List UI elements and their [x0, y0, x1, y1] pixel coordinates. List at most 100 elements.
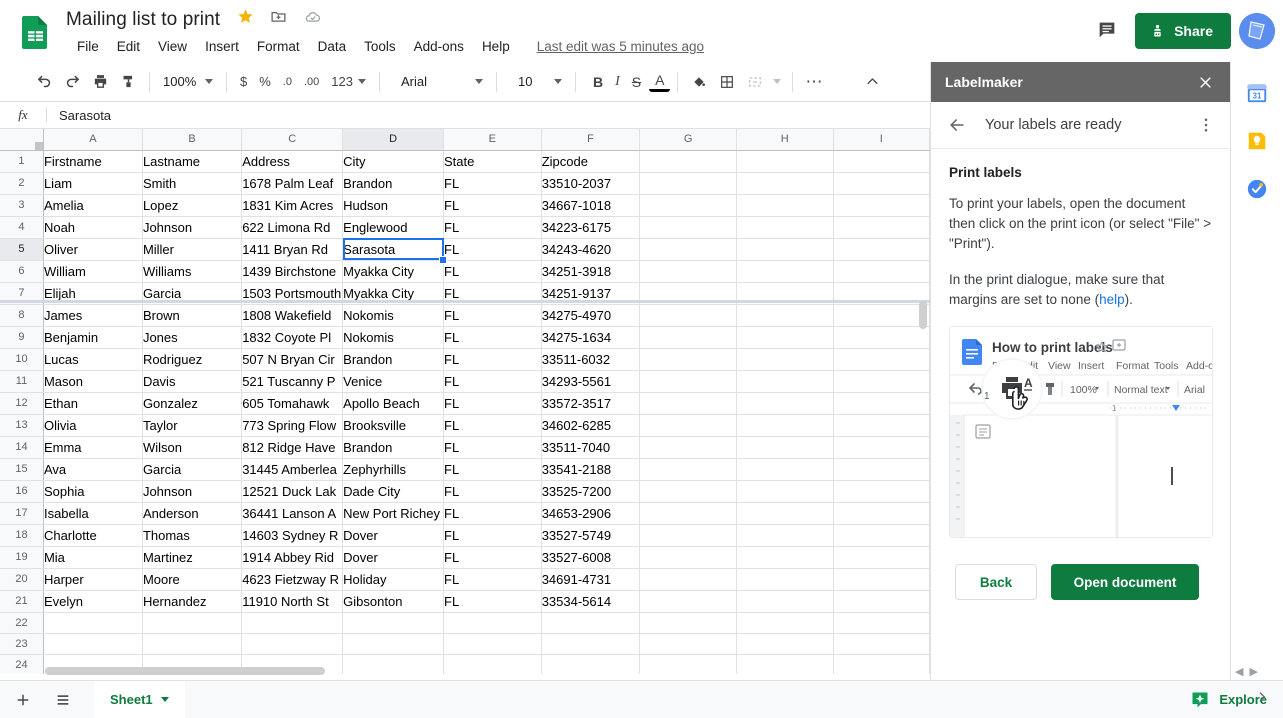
- cell-D22[interactable]: [342, 612, 444, 634]
- cell-G20[interactable]: [639, 568, 737, 591]
- more-vert-icon[interactable]: [1196, 116, 1216, 135]
- cell-C15[interactable]: 31445 Amberlea: [241, 458, 344, 481]
- cell-C3[interactable]: 1831 Kim Acres: [241, 194, 344, 217]
- cell-A20[interactable]: Harper: [43, 568, 143, 591]
- row-header-12[interactable]: 12: [0, 392, 44, 415]
- print-icon[interactable]: [86, 68, 114, 96]
- cell-F3[interactable]: 34667-1018: [541, 194, 641, 217]
- cell-B20[interactable]: Moore: [142, 568, 243, 591]
- row-header-24[interactable]: 24: [0, 654, 44, 674]
- cell-E19[interactable]: FL: [443, 546, 542, 569]
- cell-I22[interactable]: [833, 612, 930, 634]
- row-header-6[interactable]: 6: [0, 260, 44, 283]
- cell-D14[interactable]: Brandon: [342, 436, 444, 459]
- bold-button[interactable]: B: [587, 69, 609, 95]
- cell-D23[interactable]: [342, 633, 444, 655]
- currency-format-button[interactable]: $: [234, 69, 253, 95]
- cell-B18[interactable]: Thomas: [142, 524, 243, 547]
- cell-C20[interactable]: 4623 Fietzway R: [241, 568, 344, 591]
- cell-H23[interactable]: [736, 633, 834, 655]
- cell-F18[interactable]: 33527-5749: [541, 524, 641, 547]
- cell-D1[interactable]: City: [342, 150, 444, 173]
- chevron-down-icon[interactable]: [160, 697, 169, 702]
- vertical-scrollbar-thumb[interactable]: [919, 301, 927, 329]
- cell-F9[interactable]: 34275-1634: [541, 326, 641, 349]
- cell-H13[interactable]: [736, 414, 834, 437]
- row-header-3[interactable]: 3: [0, 194, 44, 217]
- row-header-19[interactable]: 19: [0, 546, 44, 569]
- cell-H8[interactable]: [736, 304, 834, 327]
- expand-side-panel-icon[interactable]: [1255, 690, 1269, 709]
- cell-F2[interactable]: 33510-2037: [541, 172, 641, 195]
- star-icon[interactable]: [237, 8, 254, 30]
- row-header-20[interactable]: 20: [0, 568, 44, 591]
- cell-E18[interactable]: FL: [443, 524, 542, 547]
- horizontal-scrollbar[interactable]: [45, 665, 915, 676]
- cell-H9[interactable]: [736, 326, 834, 349]
- cell-G1[interactable]: [639, 150, 737, 173]
- cell-I11[interactable]: [833, 370, 930, 393]
- cloud-saved-icon[interactable]: [304, 8, 322, 31]
- cell-D19[interactable]: Dover: [342, 546, 444, 569]
- merge-cells-chevron-icon[interactable]: [769, 68, 785, 96]
- cell-E22[interactable]: [443, 612, 542, 634]
- row-header-8[interactable]: 8: [0, 304, 44, 327]
- cell-E1[interactable]: State: [443, 150, 542, 173]
- cell-I19[interactable]: [833, 546, 930, 569]
- cell-A18[interactable]: Charlotte: [43, 524, 143, 547]
- cell-F22[interactable]: [541, 612, 641, 634]
- cell-A22[interactable]: [43, 612, 143, 634]
- cell-B9[interactable]: Jones: [142, 326, 243, 349]
- cell-I4[interactable]: [833, 216, 930, 239]
- cell-F5[interactable]: 34243-4620: [541, 238, 641, 261]
- cell-E15[interactable]: FL: [443, 458, 542, 481]
- cell-G5[interactable]: [639, 238, 737, 261]
- row-header-11[interactable]: 11: [0, 370, 44, 393]
- text-color-button[interactable]: A: [649, 72, 671, 92]
- cell-G6[interactable]: [639, 260, 737, 283]
- cell-B16[interactable]: Johnson: [142, 480, 243, 503]
- cell-G10[interactable]: [639, 348, 737, 371]
- cell-B4[interactable]: Johnson: [142, 216, 243, 239]
- cell-I15[interactable]: [833, 458, 930, 481]
- cell-E3[interactable]: FL: [443, 194, 542, 217]
- menu-data[interactable]: Data: [309, 36, 356, 57]
- column-header-a[interactable]: A: [43, 129, 143, 151]
- cell-F16[interactable]: 33525-7200: [541, 480, 641, 503]
- cell-F12[interactable]: 33572-3517: [541, 392, 641, 415]
- cell-F15[interactable]: 33541-2188: [541, 458, 641, 481]
- cell-H2[interactable]: [736, 172, 834, 195]
- row-header-23[interactable]: 23: [0, 633, 44, 655]
- cell-G2[interactable]: [639, 172, 737, 195]
- close-icon[interactable]: [1194, 71, 1216, 93]
- cell-C10[interactable]: 507 N Bryan Cir: [241, 348, 344, 371]
- cell-G17[interactable]: [639, 502, 737, 525]
- cell-D18[interactable]: Dover: [342, 524, 444, 547]
- cell-G23[interactable]: [639, 633, 737, 655]
- row-header-5[interactable]: 5: [0, 238, 44, 261]
- cell-D4[interactable]: Englewood: [342, 216, 444, 239]
- cell-D5[interactable]: Sarasota: [342, 238, 447, 263]
- page-title[interactable]: Mailing list to print: [66, 6, 220, 34]
- menu-format[interactable]: Format: [248, 36, 309, 57]
- cell-D8[interactable]: Nokomis: [342, 304, 444, 327]
- cell-I1[interactable]: [833, 150, 930, 173]
- cell-F8[interactable]: 34275-4970: [541, 304, 641, 327]
- cell-B10[interactable]: Rodriguez: [142, 348, 243, 371]
- row-header-4[interactable]: 4: [0, 216, 44, 239]
- cell-F1[interactable]: Zipcode: [541, 150, 641, 173]
- cell-H15[interactable]: [736, 458, 834, 481]
- cell-C4[interactable]: 622 Limona Rd: [241, 216, 344, 239]
- cell-B21[interactable]: Hernandez: [142, 590, 243, 613]
- cell-E10[interactable]: FL: [443, 348, 542, 371]
- cell-A1[interactable]: Firstname: [43, 150, 143, 173]
- row-header-14[interactable]: 14: [0, 436, 44, 459]
- avatar[interactable]: [1239, 13, 1275, 49]
- cell-I2[interactable]: [833, 172, 930, 195]
- cell-C8[interactable]: 1808 Wakefield: [241, 304, 344, 327]
- cell-F11[interactable]: 34293-5561: [541, 370, 641, 393]
- cell-A17[interactable]: Isabella: [43, 502, 143, 525]
- cell-I21[interactable]: [833, 590, 930, 613]
- cell-E14[interactable]: FL: [443, 436, 542, 459]
- cell-A16[interactable]: Sophia: [43, 480, 143, 503]
